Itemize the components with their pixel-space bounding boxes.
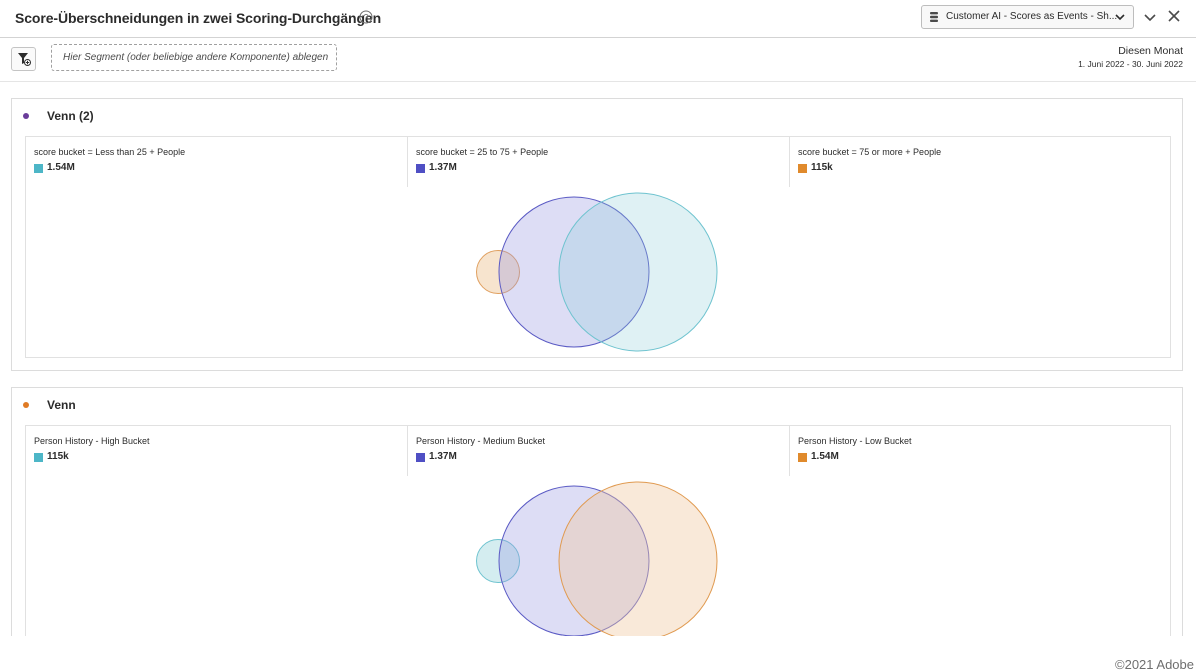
venn-circle-person-history-low[interactable] bbox=[558, 481, 718, 641]
svg-text:?: ? bbox=[363, 12, 368, 22]
data-source-dropdown[interactable]: Customer AI - Scores as Events - Sh... bbox=[921, 5, 1134, 29]
panel-title[interactable]: Venn bbox=[47, 398, 76, 412]
panel-color-dot bbox=[23, 113, 29, 119]
data-source-label: Customer AI - Scores as Events - Sh... bbox=[946, 11, 1118, 22]
venn-panel-1: Venn (2) score bucket = Less than 25 + P… bbox=[11, 98, 1183, 371]
venn-visualization: Person History - High Bucket 115k Person… bbox=[25, 425, 1171, 655]
segment-drop-placeholder: Hier Segment (oder beliebige andere Komp… bbox=[63, 52, 329, 63]
copyright-text: ©2021 Adobe bbox=[1115, 657, 1194, 672]
venn-visualization: score bucket = Less than 25 + People 1.5… bbox=[25, 136, 1171, 358]
page-title: Score-Überschneidungen in zwei Scoring-D… bbox=[15, 10, 382, 26]
venn-diagram bbox=[476, 192, 718, 352]
panel-header: Score-Überschneidungen in zwei Scoring-D… bbox=[0, 0, 1196, 38]
collapse-panel-button[interactable] bbox=[1143, 10, 1157, 24]
filter-add-icon bbox=[18, 53, 31, 66]
chevron-down-icon bbox=[1115, 14, 1125, 21]
panel-title[interactable]: Venn (2) bbox=[47, 109, 94, 123]
filter-bar: Hier Segment (oder beliebige andere Komp… bbox=[0, 38, 1196, 82]
date-range-value[interactable]: 1. Juni 2022 - 30. Juni 2022 bbox=[1078, 59, 1183, 69]
date-range-label[interactable]: Diesen Monat bbox=[1118, 45, 1183, 57]
close-panel-button[interactable] bbox=[1167, 9, 1181, 23]
page-footer bbox=[0, 636, 1196, 672]
segment-drop-zone[interactable]: Hier Segment (oder beliebige andere Komp… bbox=[51, 44, 337, 71]
add-filter-button[interactable] bbox=[11, 47, 36, 71]
venn-diagram bbox=[476, 481, 718, 641]
venn-panel-2: Venn Person History - High Bucket 115k P… bbox=[11, 387, 1183, 655]
venn-circle-score-bucket-less-than-25[interactable] bbox=[558, 192, 718, 352]
help-circle-icon[interactable]: ? bbox=[359, 10, 373, 24]
panel-color-dot bbox=[23, 402, 29, 408]
database-icon bbox=[930, 12, 938, 22]
